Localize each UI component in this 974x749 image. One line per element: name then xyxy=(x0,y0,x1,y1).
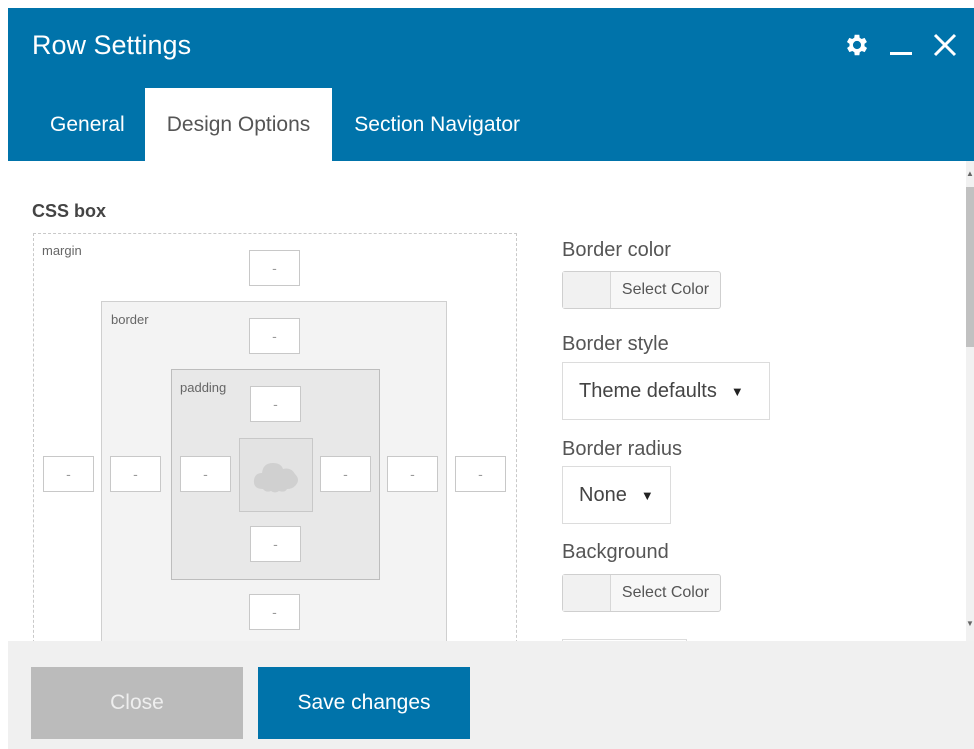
border-top-input[interactable]: - xyxy=(249,318,300,354)
background-color-swatch xyxy=(563,575,611,611)
save-changes-button[interactable]: Save changes xyxy=(258,667,470,739)
border-radius-value: None xyxy=(579,483,627,506)
tab-design-options[interactable]: Design Options xyxy=(144,88,333,161)
cloud-placeholder-icon xyxy=(253,463,298,493)
tab-general[interactable]: General xyxy=(8,88,145,161)
padding-box: padding - - - - xyxy=(171,369,380,580)
minimize-icon[interactable] xyxy=(886,30,916,60)
border-style-label: Border style xyxy=(562,333,669,355)
margin-right-input[interactable]: - xyxy=(455,456,506,492)
border-left-input[interactable]: - xyxy=(110,456,161,492)
dialog-footer: Close Save changes xyxy=(8,641,974,749)
border-color-swatch xyxy=(563,272,611,308)
padding-right-input[interactable]: - xyxy=(320,456,371,492)
scroll-up-icon[interactable]: ▲ xyxy=(966,169,974,178)
border-color-label: Border color xyxy=(562,239,671,261)
scrollbar[interactable]: ▲ ▼ xyxy=(966,161,974,641)
border-style-value: Theme defaults xyxy=(579,379,717,402)
margin-box: margin - - - border - - - - padding - - … xyxy=(33,233,517,641)
tab-section-navigator[interactable]: Section Navigator xyxy=(332,88,542,161)
border-radius-select[interactable]: None ▼ xyxy=(562,466,671,524)
row-settings-dialog: Row Settings General Design Options Sect… xyxy=(8,8,974,749)
border-color-picker[interactable]: Select Color xyxy=(562,271,721,309)
dialog-header: Row Settings General Design Options Sect… xyxy=(8,8,974,161)
margin-label: margin xyxy=(42,243,82,258)
content-box xyxy=(239,438,313,512)
background-color-picker[interactable]: Select Color xyxy=(562,574,721,612)
border-box: border - - - - padding - - - - xyxy=(101,301,447,641)
gear-icon[interactable] xyxy=(842,30,872,60)
padding-top-input[interactable]: - xyxy=(250,386,301,422)
background-label: Background xyxy=(562,541,669,563)
border-radius-label: Border radius xyxy=(562,438,683,460)
border-color-button-label: Select Color xyxy=(621,281,710,298)
background-button-label: Select Color xyxy=(621,584,710,601)
close-button[interactable]: Close xyxy=(31,667,243,739)
border-bottom-input[interactable]: - xyxy=(249,594,300,630)
tab-bar: General Design Options Section Navigator xyxy=(8,88,542,161)
chevron-down-icon: ▼ xyxy=(640,487,654,503)
padding-label: padding xyxy=(180,380,227,395)
dialog-title: Row Settings xyxy=(32,30,192,60)
padding-left-input[interactable]: - xyxy=(180,456,231,492)
css-box-label: CSS box xyxy=(32,201,107,221)
border-label: border xyxy=(111,312,149,327)
close-icon[interactable] xyxy=(930,30,960,60)
border-style-select[interactable]: Theme defaults ▼ xyxy=(562,362,770,420)
dialog-body: CSS box margin - - - border - - - - padd… xyxy=(8,161,974,641)
scroll-thumb[interactable] xyxy=(966,187,974,347)
scroll-down-icon[interactable]: ▼ xyxy=(966,619,974,628)
border-right-input[interactable]: - xyxy=(387,456,438,492)
padding-bottom-input[interactable]: - xyxy=(250,526,301,562)
header-controls xyxy=(842,30,960,60)
margin-top-input[interactable]: - xyxy=(249,250,300,286)
chevron-down-icon: ▼ xyxy=(730,383,744,399)
margin-left-input[interactable]: - xyxy=(43,456,94,492)
